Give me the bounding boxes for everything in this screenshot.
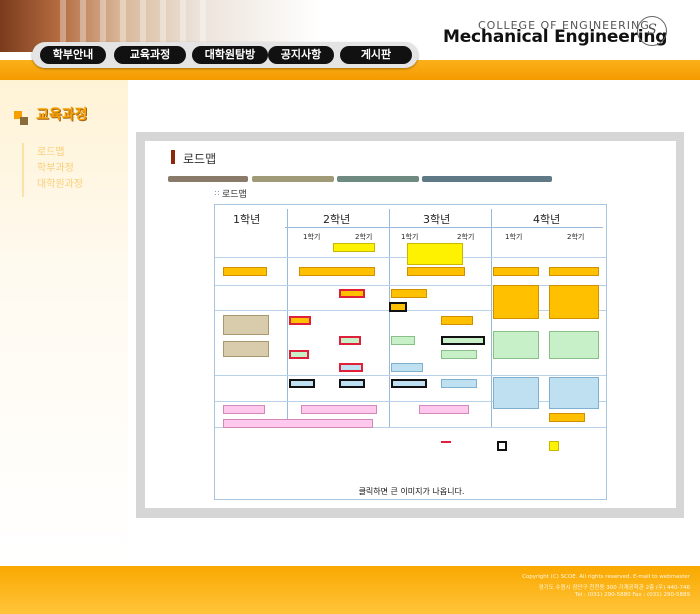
- title-divider: [422, 176, 552, 182]
- section-subtitle: 로드맵: [222, 190, 247, 200]
- course-box: [549, 413, 585, 422]
- header: 학부안내 교육과정 대학원탐방 공지사항 게시판 COLLEGE OF ENGI…: [0, 0, 700, 80]
- title-bar-icon: [171, 150, 175, 164]
- course-box: [549, 377, 599, 409]
- course-box: [389, 302, 407, 312]
- roadmap-image[interactable]: 1학년 2학년 3학년 4학년 1학기 2학기 1학기 2학기 1학기 2학기 …: [214, 204, 607, 500]
- course-box: [391, 289, 427, 298]
- course-box: [333, 243, 375, 252]
- course-box: [441, 350, 477, 359]
- course-box: [223, 405, 265, 414]
- roadmap-row-line: [215, 375, 606, 376]
- dotted-bullet-icon: [214, 190, 220, 196]
- roadmap-year-4: 4학년: [533, 213, 561, 226]
- roadmap-semester: 1학기: [303, 233, 321, 241]
- course-box: [407, 267, 465, 276]
- legend-swatch: [497, 441, 507, 451]
- section-square-icon: [20, 117, 28, 125]
- nav-notice[interactable]: 공지사항: [268, 46, 334, 64]
- course-box: [493, 285, 539, 319]
- course-box: [223, 267, 267, 276]
- course-box: [441, 316, 473, 325]
- page-title: 로드맵: [183, 152, 217, 166]
- legend-swatch: [549, 441, 559, 451]
- legend-swatch: [441, 441, 451, 443]
- course-box: [407, 243, 463, 265]
- nav-about[interactable]: 학부안내: [40, 46, 106, 64]
- title-divider: [252, 176, 334, 182]
- course-box: [289, 316, 311, 325]
- sidebar-divider: [22, 143, 24, 197]
- course-box: [223, 341, 269, 357]
- course-box: [549, 285, 599, 319]
- nav-curriculum[interactable]: 교육과정: [114, 46, 186, 64]
- nav-graduate[interactable]: 대학원탐방: [192, 46, 268, 64]
- footer-address: 경기도 수원시 장안구 천천동 300 기계공학관 2층 (우) 440-746: [538, 585, 690, 591]
- course-box: [301, 405, 377, 414]
- course-box: [441, 379, 477, 388]
- course-box: [549, 331, 599, 359]
- title-divider: [168, 176, 248, 182]
- sidebar-item-roadmap[interactable]: 로드맵: [37, 143, 65, 158]
- course-box: [493, 331, 539, 359]
- university-seal-icon: S: [637, 16, 667, 46]
- roadmap-year-2: 2학년: [323, 213, 351, 226]
- course-box: [339, 379, 365, 388]
- roadmap-semester: 2학기: [355, 233, 373, 241]
- roadmap-semester: 2학기: [567, 233, 585, 241]
- course-box: [339, 363, 363, 372]
- roadmap-year-1: 1학년: [233, 213, 261, 226]
- roadmap-grid-line: [287, 209, 288, 427]
- title-divider: [337, 176, 419, 182]
- course-box: [299, 267, 375, 276]
- roadmap-grid-line: [491, 209, 492, 427]
- roadmap-semester: 2학기: [457, 233, 475, 241]
- nav-board[interactable]: 게시판: [340, 46, 412, 64]
- course-box: [493, 377, 539, 409]
- roadmap-year-3: 3학년: [423, 213, 451, 226]
- course-box: [549, 267, 599, 276]
- course-box: [391, 336, 415, 345]
- footer-contact: Tel : (031) 290-5880 Fax : (031) 290-588…: [574, 592, 690, 598]
- course-box: [289, 350, 309, 359]
- roadmap-caption: 클릭하면 큰 이미지가 나옵니다.: [358, 487, 465, 496]
- course-box: [391, 379, 427, 388]
- logo-title[interactable]: Mechanical Engineering: [443, 27, 667, 47]
- course-box: [223, 315, 269, 335]
- course-box: [289, 379, 315, 388]
- roadmap-grid-line: [285, 227, 603, 228]
- course-box: [391, 363, 423, 372]
- sidebar-item-undergrad[interactable]: 학부과정: [37, 159, 74, 174]
- sidebar-title: 교육과정: [36, 107, 88, 123]
- course-box: [223, 419, 373, 428]
- course-box: [493, 267, 539, 276]
- course-box: [419, 405, 469, 414]
- footer: Copyright (C) SCOE. All rights reserved.…: [0, 566, 700, 614]
- course-box: [339, 336, 361, 345]
- course-box: [339, 289, 365, 298]
- roadmap-semester: 1학기: [401, 233, 419, 241]
- footer-copyright: Copyright (C) SCOE. All rights reserved.…: [522, 574, 690, 580]
- sidebar-item-grad[interactable]: 대학원과정: [37, 175, 83, 190]
- roadmap-semester: 1학기: [505, 233, 523, 241]
- course-box: [441, 336, 485, 345]
- roadmap-grid-line: [389, 209, 390, 427]
